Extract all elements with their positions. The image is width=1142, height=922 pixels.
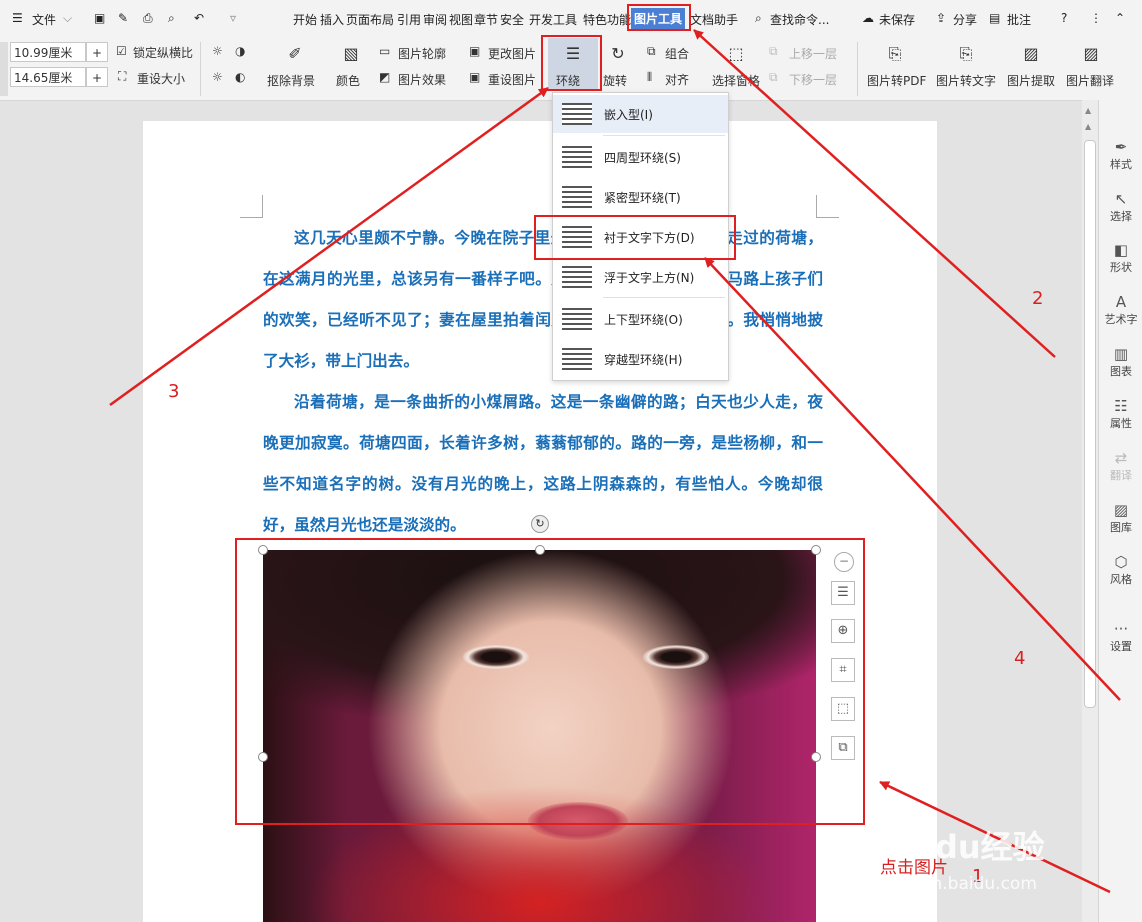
annotation-3: 3 [168,381,180,402]
watermark-url: jingyan.baidu.com [880,874,1037,894]
watermark-logo: Baidu经验 [878,828,1045,866]
arrow-4 [704,257,1121,701]
annotation-4: 4 [1014,648,1026,669]
arrow-2 [693,29,1056,358]
arrow-3 [109,86,549,407]
annotation-arrows [109,29,1121,894]
annotation-2: 2 [1032,288,1044,309]
